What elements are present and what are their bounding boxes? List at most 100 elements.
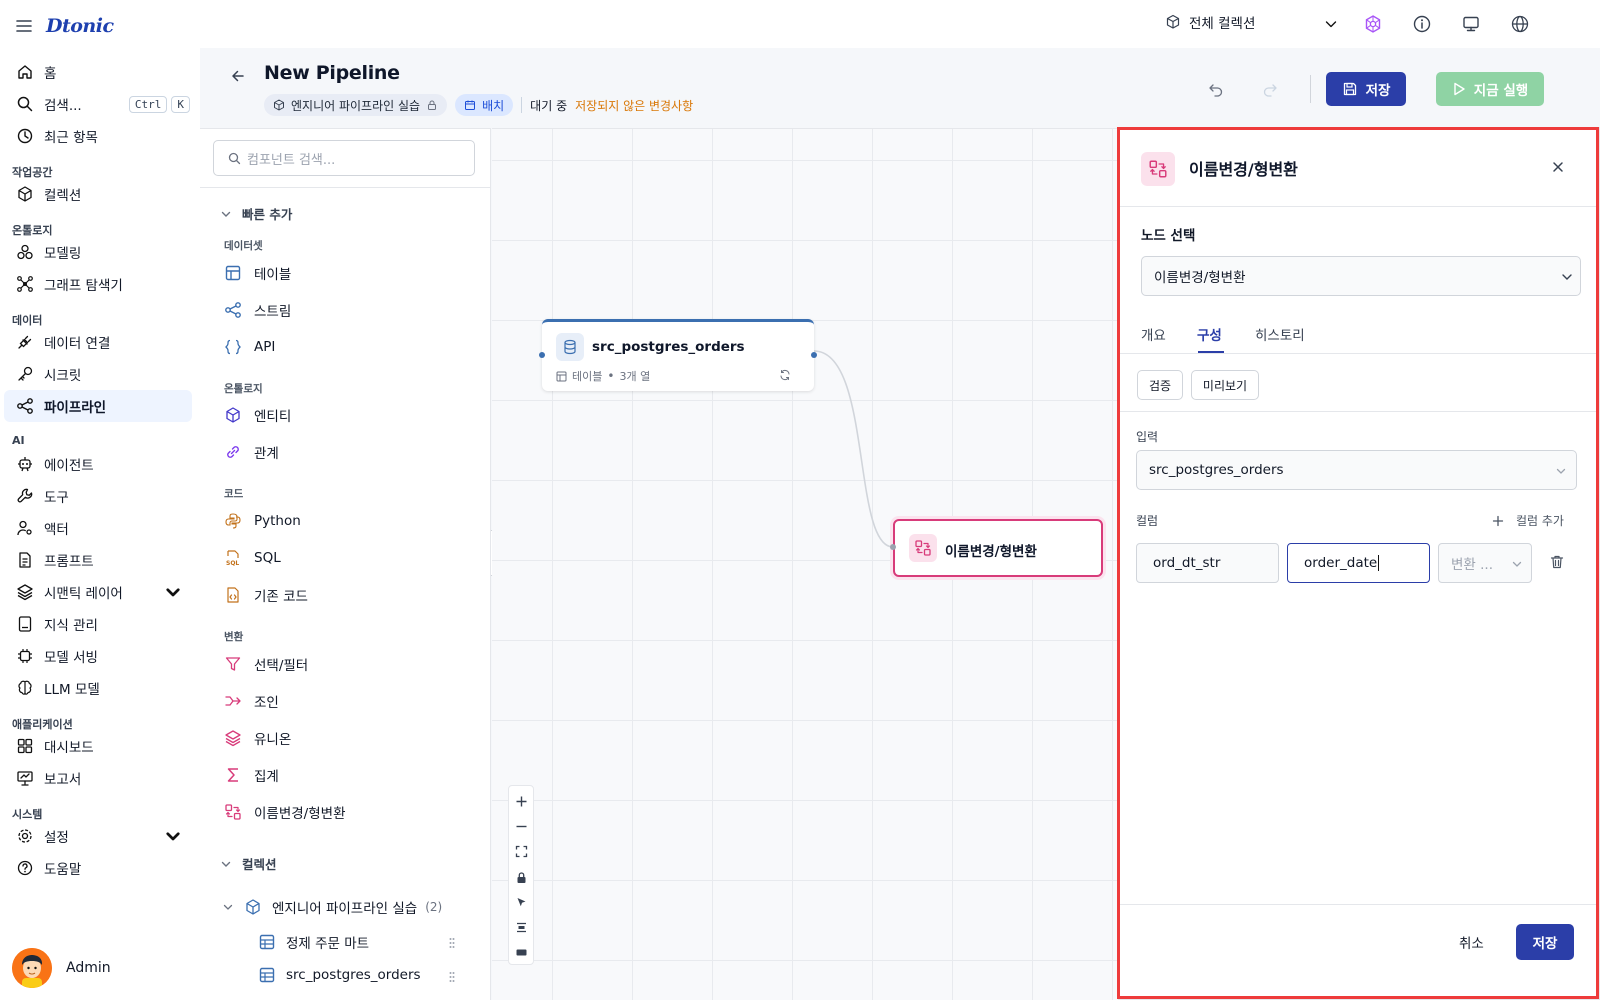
tab-overview[interactable]: 개요 — [1141, 324, 1166, 344]
component-search-input[interactable]: 컴포넌트 검색... — [213, 140, 475, 176]
auto-layout-icon[interactable] — [515, 921, 528, 934]
group-workspace: 작업공간 — [12, 166, 53, 179]
back-arrow-icon[interactable] — [230, 68, 246, 84]
node-rename-cast[interactable]: 이름변경/형변환 — [890, 519, 1103, 577]
output-port[interactable] — [811, 352, 817, 358]
sidebar-item-model-serving[interactable]: 모델 서빙 — [4, 640, 192, 672]
component-table[interactable]: 테이블 — [224, 261, 291, 285]
save-button[interactable]: 저장 — [1326, 72, 1406, 106]
globe-icon[interactable] — [1510, 14, 1530, 34]
component-union[interactable]: 유니온 — [224, 726, 291, 750]
panel-save-button[interactable]: 저장 — [1516, 924, 1574, 960]
collection-dataset-item[interactable]: src_postgres_orders — [258, 966, 421, 984]
drag-handle-icon[interactable] — [449, 937, 455, 949]
refresh-icon[interactable] — [779, 369, 791, 381]
component-select-filter[interactable]: 선택/필터 — [224, 652, 308, 676]
undo-icon[interactable] — [1208, 81, 1224, 97]
sidebar-item-semantic-layer[interactable]: 시맨틱 레이어 — [4, 576, 192, 608]
category-transform: 변환 — [224, 631, 244, 643]
sidebar-item-report[interactable]: 보고서 — [4, 762, 192, 794]
sidebar-item-prompt[interactable]: 프롬프트 — [4, 544, 192, 576]
drag-handle-icon[interactable] — [449, 971, 455, 983]
add-column-button[interactable]: 컬럼 추가 — [1492, 512, 1564, 529]
sidebar-item-home[interactable]: 홈 — [4, 56, 192, 88]
sidebar-item-collection[interactable]: 컬렉션 — [4, 178, 192, 210]
sidebar-item-llm-model[interactable]: LLM 모델 — [4, 672, 192, 704]
sidebar-item-data-connection[interactable]: 데이터 연결 — [4, 326, 192, 358]
lock-icon[interactable] — [515, 871, 528, 884]
fit-view-icon[interactable] — [515, 845, 528, 858]
collection-selector[interactable]: 전체 컬렉션 — [1165, 12, 1255, 32]
component-python[interactable]: Python — [224, 509, 301, 533]
component-aggregate[interactable]: 집계 — [224, 763, 279, 787]
sidebar-item-help[interactable]: 도움말 — [4, 852, 192, 884]
section-quick-add[interactable]: 빠른 추가 — [220, 204, 292, 223]
user-profile[interactable]: Admin — [12, 948, 111, 988]
component-base-code[interactable]: 기존 코드 — [224, 583, 308, 607]
component-api[interactable]: API — [224, 335, 275, 359]
component-rename-cast[interactable]: 이름변경/형변환 — [224, 800, 346, 824]
input-port[interactable] — [539, 352, 545, 358]
chevron-down-icon — [221, 861, 231, 867]
info-icon[interactable] — [1412, 14, 1432, 34]
page-title[interactable]: New Pipeline — [264, 62, 400, 84]
node-source-table[interactable]: src_postgres_orders 테이블 • 3개 열 — [539, 319, 817, 391]
run-now-button[interactable]: 지금 실행 — [1436, 72, 1544, 106]
mode-chip[interactable]: 배치 — [455, 94, 514, 116]
redo-icon[interactable] — [1262, 81, 1278, 97]
input-select-dropdown[interactable]: src_postgres_orders — [1136, 450, 1577, 490]
table-icon — [556, 371, 567, 381]
logo[interactable]: Dtonic — [46, 15, 114, 37]
sidebar-item-agent[interactable]: 에이전트 — [4, 448, 192, 480]
close-icon[interactable] — [1551, 160, 1565, 174]
collection-tree-item[interactable]: 엔지니어 파이프라인 실습 (2) — [222, 897, 442, 917]
monitor-icon[interactable] — [1461, 14, 1481, 34]
sidebar-item-actor[interactable]: 액터 — [4, 512, 192, 544]
zoom-out-icon[interactable] — [515, 820, 528, 833]
trash-icon[interactable] — [1549, 554, 1565, 570]
zoom-in-icon[interactable] — [515, 795, 528, 808]
ai-assistant-icon[interactable] — [1363, 14, 1383, 34]
svg-text:SQL: SQL — [226, 560, 239, 567]
node-select-dropdown[interactable]: 이름변경/형변환 — [1141, 256, 1581, 296]
menu-icon[interactable] — [14, 16, 34, 36]
cancel-button[interactable]: 취소 — [1459, 932, 1484, 952]
component-entity[interactable]: 엔티티 — [224, 403, 291, 427]
source-column-field[interactable]: ord_dt_str — [1136, 543, 1279, 583]
sidebar-item-settings[interactable]: 설정 — [4, 820, 192, 852]
chevron-down-icon[interactable] — [1323, 16, 1339, 32]
pipeline-icon — [17, 398, 33, 414]
sidebar-item-search[interactable]: 검색... Ctrl K — [4, 88, 192, 120]
validate-button[interactable]: 검증 — [1137, 370, 1183, 400]
sidebar-item-recent[interactable]: 최근 항목 — [4, 120, 192, 152]
sidebar-item-pipeline[interactable]: 파이프라인 — [4, 390, 192, 422]
collection-dataset-item[interactable]: 정제 주문 마트 — [258, 932, 369, 952]
minimap-icon[interactable] — [515, 946, 528, 959]
component-label: 이름변경/형변환 — [254, 806, 346, 822]
component-relation[interactable]: 관계 — [224, 440, 279, 464]
input-port[interactable] — [890, 544, 896, 550]
sidebar-item-dashboard[interactable]: 대시보드 — [4, 730, 192, 762]
component-join[interactable]: 조인 — [224, 689, 279, 713]
cast-type-select[interactable]: 변환 ... — [1438, 543, 1532, 583]
chevron-down-icon[interactable] — [164, 827, 182, 845]
component-sql[interactable]: SQL SQL — [224, 546, 281, 570]
rename-icon — [1149, 160, 1167, 178]
section-collection[interactable]: 컬렉션 — [220, 854, 277, 873]
component-stream[interactable]: 스트림 — [224, 298, 291, 322]
link-icon — [227, 446, 239, 458]
pointer-icon[interactable] — [515, 896, 528, 909]
sidebar-item-knowledge[interactable]: 지식 관리 — [4, 608, 192, 640]
tab-history[interactable]: 히스토리 — [1255, 324, 1305, 344]
dot-separator: • — [607, 369, 615, 383]
tab-config[interactable]: 구성 — [1197, 324, 1222, 344]
target-column-input[interactable]: order_date — [1287, 543, 1430, 583]
component-label: 선택/필터 — [254, 658, 309, 674]
sidebar-item-tool[interactable]: 도구 — [4, 480, 192, 512]
collection-chip[interactable]: 엔지니어 파이프라인 실습 — [264, 94, 448, 116]
chevron-down-icon[interactable] — [164, 583, 182, 601]
sidebar-item-modeling[interactable]: 모델링 — [4, 236, 192, 268]
sidebar-item-secret[interactable]: 시크릿 — [4, 358, 192, 390]
preview-button[interactable]: 미리보기 — [1191, 370, 1259, 400]
sidebar-item-graph-explorer[interactable]: 그래프 탐색기 — [4, 268, 192, 300]
